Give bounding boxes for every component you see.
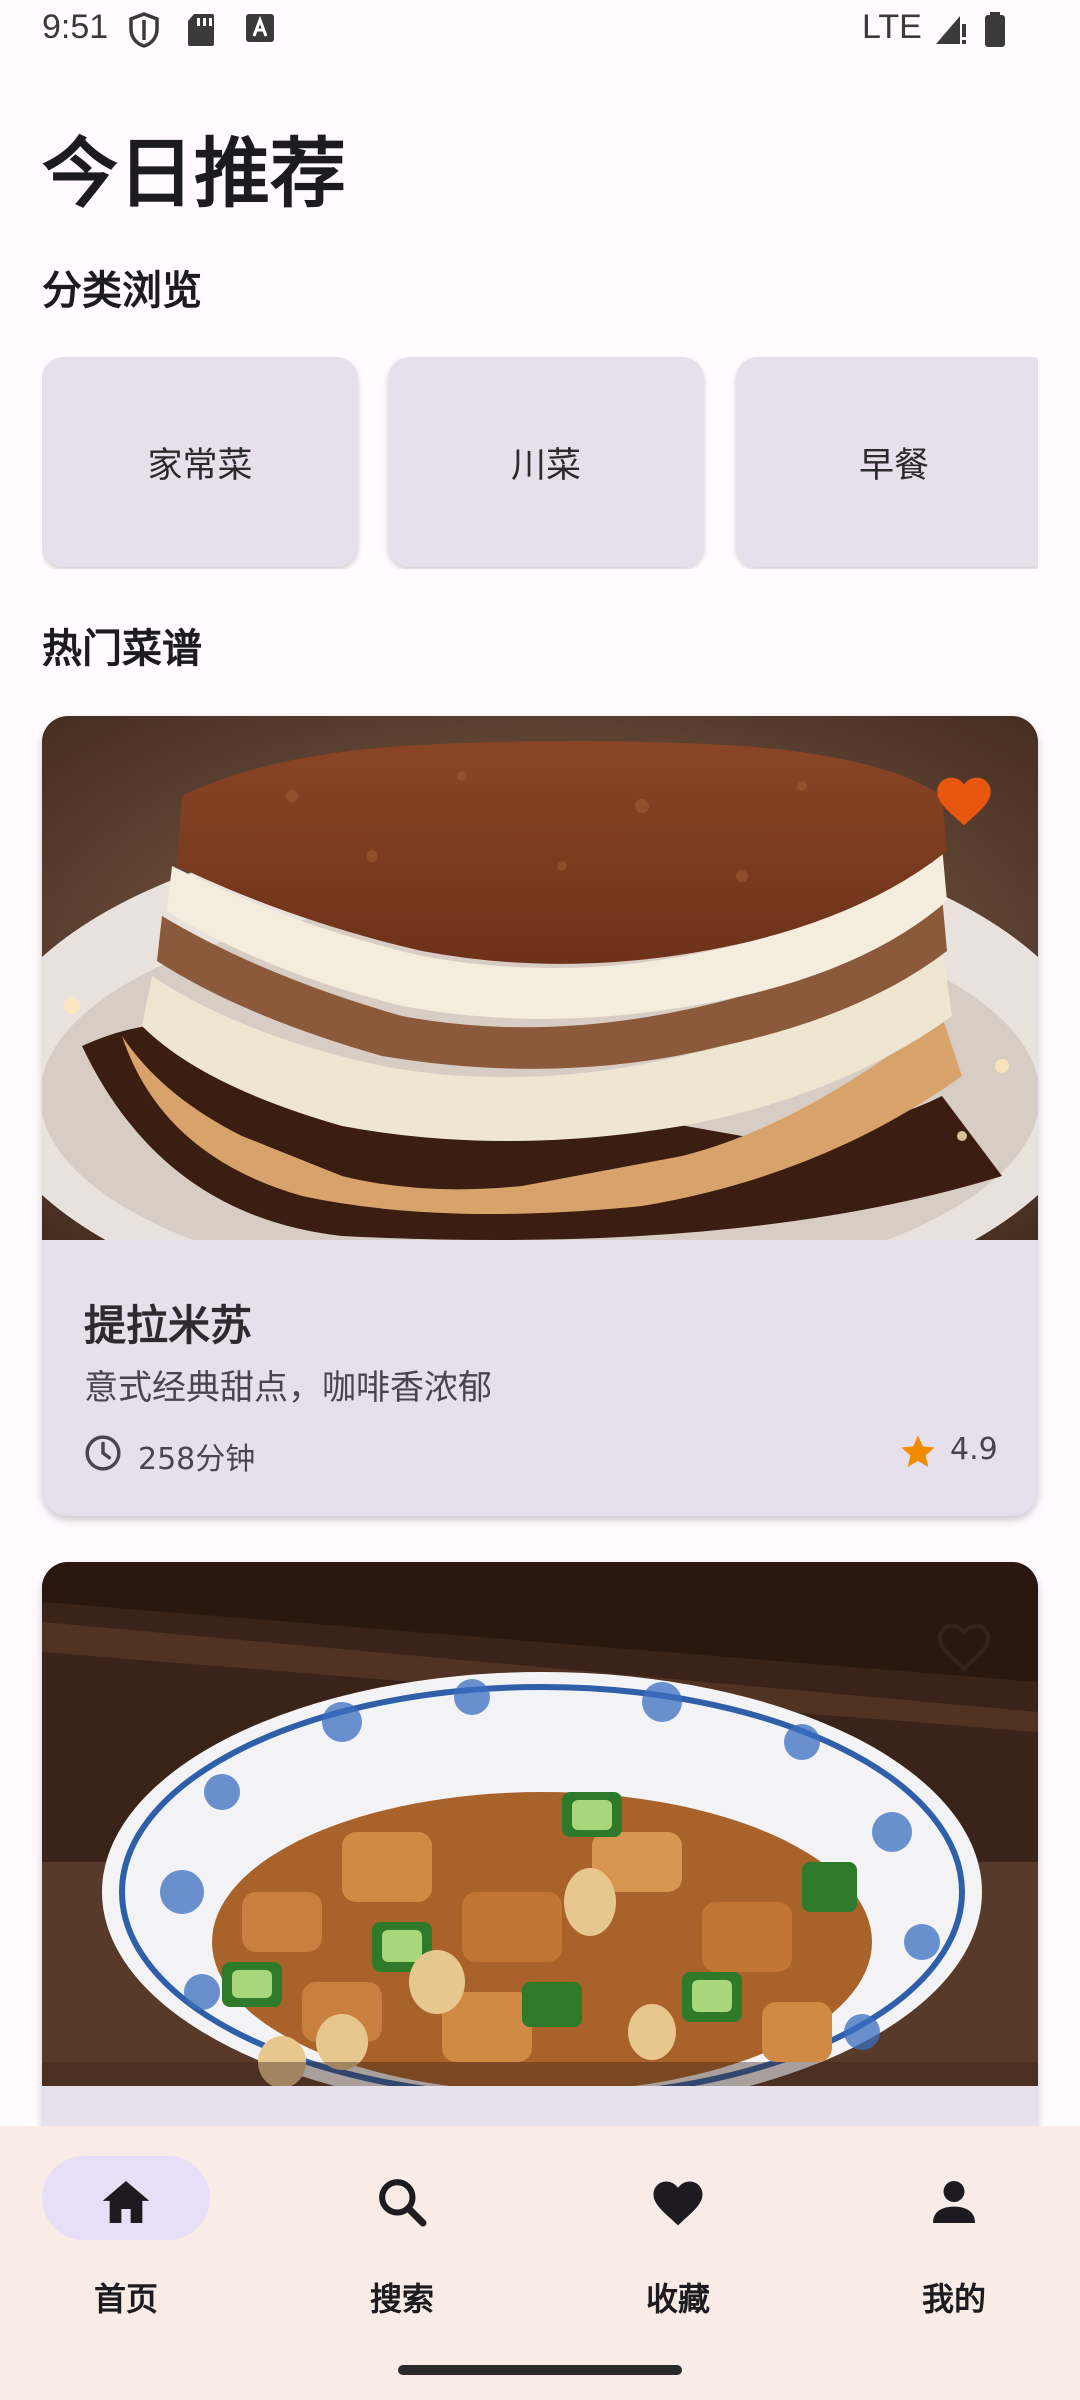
favorite-filled-icon[interactable] (932, 772, 996, 828)
nav-label-home: 首页 (93, 2280, 158, 2318)
kung-pao-chicken-photo (42, 1562, 1038, 2086)
sd-card-icon (188, 14, 214, 46)
recipe-image (42, 1562, 1038, 2086)
category-card-home-cooking[interactable]: 家常菜 (42, 357, 358, 567)
recipe-card[interactable]: 提拉米苏 意式经典甜点，咖啡香浓郁 258分钟 4.9 (42, 716, 1038, 1516)
status-time: 9:51 (42, 8, 109, 46)
home-icon (102, 2181, 150, 2223)
nav-label-profile: 我的 (921, 2280, 986, 2318)
cook-time: 258分钟 (138, 1442, 256, 1477)
rating-value: 4.9 (950, 1432, 998, 1467)
recipe-info: 提拉米苏 意式经典甜点，咖啡香浓郁 258分钟 4.9 (42, 1240, 1038, 1516)
recipe-card[interactable] (42, 1562, 1038, 2162)
page-title: 今日推荐 (42, 129, 346, 218)
popular-section-title: 热门菜谱 (42, 626, 202, 672)
category-card-breakfast[interactable]: 早餐 (736, 357, 1038, 567)
recipe-title: 提拉米苏 (84, 1301, 253, 1350)
signal-icon (936, 16, 966, 44)
status-bar: 9:51 LTE (0, 0, 1080, 64)
recipe-image (42, 716, 1038, 1240)
category-card-sichuan[interactable]: 川菜 (388, 357, 704, 567)
categories-section-title: 分类浏览 (42, 268, 202, 314)
search-icon (379, 2179, 427, 2227)
heart-icon (653, 2181, 703, 2226)
person-icon (933, 2181, 975, 2223)
clock-icon (85, 1435, 121, 1471)
tiramisu-photo (42, 716, 1038, 1240)
category-list[interactable]: 家常菜 川菜 早餐 (42, 357, 1038, 569)
home-indicator[interactable] (398, 2365, 682, 2375)
keyboard-a-icon (246, 14, 274, 42)
network-type: LTE (862, 8, 922, 46)
nav-label-favorites: 收藏 (645, 2280, 710, 2318)
recipe-description: 意式经典甜点，咖啡香浓郁 (84, 1368, 492, 1408)
favorite-outline-icon[interactable] (932, 1618, 996, 1674)
nav-label-search: 搜索 (369, 2280, 434, 2318)
shield-icon (129, 12, 159, 48)
bottom-navigation: 首页 搜索 收藏 我的 (0, 2126, 1080, 2400)
battery-icon (985, 12, 1005, 47)
star-icon (901, 1435, 935, 1467)
